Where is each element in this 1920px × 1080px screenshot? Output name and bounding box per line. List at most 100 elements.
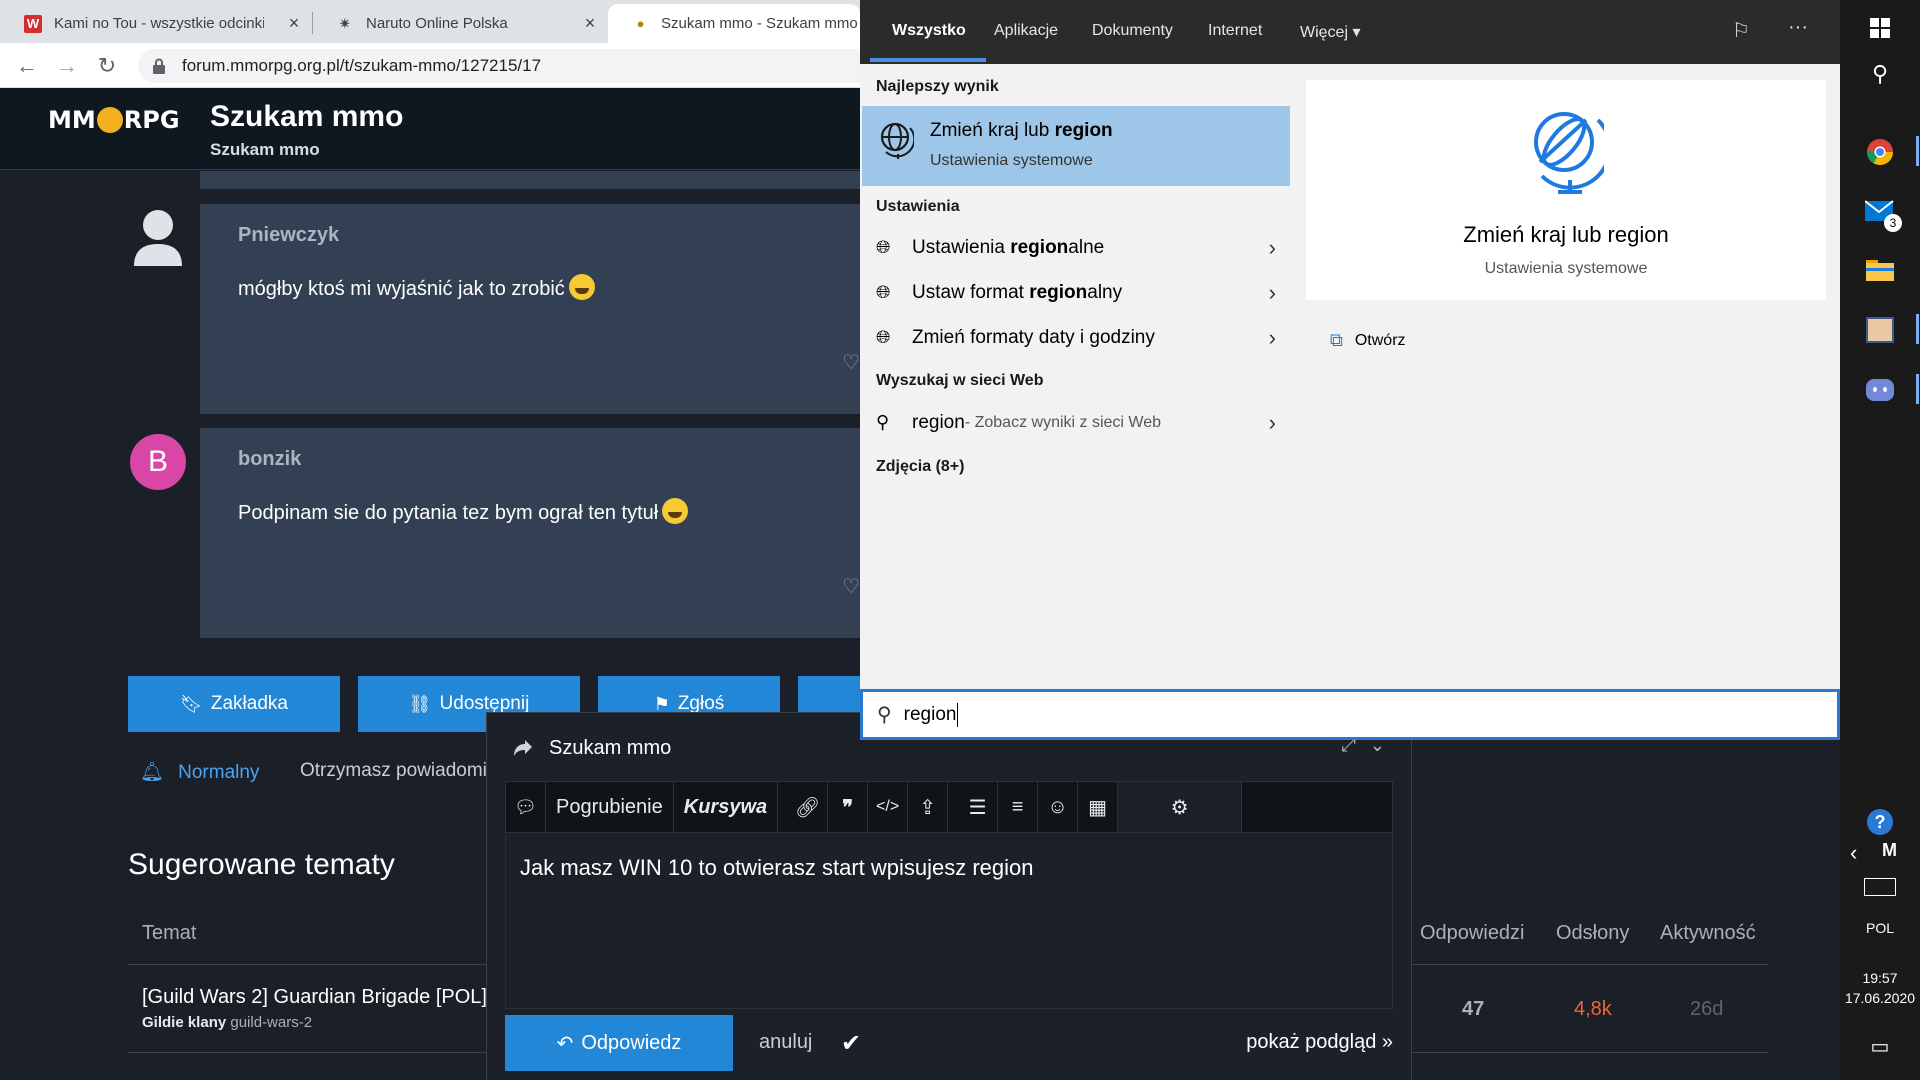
forward-arrow-icon[interactable]: → bbox=[52, 51, 82, 81]
back-arrow-icon[interactable]: ← bbox=[12, 51, 42, 81]
browser-tab[interactable]: W Kami no Tou - wszystkie odcinki anime … bbox=[0, 4, 312, 43]
settings-result-item[interactable]: 🌐︎ Ustaw format regionalny › bbox=[876, 273, 1276, 313]
search-input[interactable]: ⚲ region bbox=[860, 689, 1840, 740]
notification-level-button[interactable]: Normalny bbox=[178, 762, 259, 783]
label-highlight: region bbox=[1010, 237, 1069, 258]
address-bar[interactable]: forum.mmorpg.org.pl/t/szukam-mmo/127215/… bbox=[138, 49, 860, 83]
browser-tab-active[interactable]: ● Szukam mmo - Szukam mmo - Forum bbox=[608, 4, 860, 43]
page-title[interactable]: Szukam mmo bbox=[210, 100, 403, 134]
link-icon: ⛓ bbox=[408, 693, 432, 714]
heart-icon[interactable]: ♡ bbox=[842, 574, 860, 599]
tab-apps[interactable]: Aplikacje bbox=[994, 22, 1058, 40]
post: bonzik Podpinam sie do pytania tez bym o… bbox=[200, 428, 860, 638]
gear-icon[interactable]: ⚙ bbox=[1118, 782, 1243, 832]
chevron-right-icon[interactable]: › bbox=[1269, 410, 1276, 436]
reload-icon[interactable]: ↻ bbox=[92, 51, 122, 81]
tab-more[interactable]: Więcej ▾ bbox=[1300, 22, 1361, 42]
input-language[interactable]: POL bbox=[1840, 920, 1920, 936]
show-preview-link[interactable]: pokaż podgląd » bbox=[1246, 1031, 1393, 1054]
feedback-icon[interactable]: ⚐ bbox=[1732, 18, 1750, 43]
chevron-right-icon[interactable]: › bbox=[1269, 235, 1276, 261]
cancel-link[interactable]: anuluj bbox=[759, 1031, 812, 1054]
check-icon[interactable]: ✔ bbox=[841, 1029, 861, 1058]
topic-activity[interactable]: 26d bbox=[1690, 998, 1723, 1021]
browser-tab[interactable]: ✴ Naruto Online Polska × bbox=[312, 4, 608, 43]
detail-subtitle: Ustawienia systemowe bbox=[1484, 260, 1648, 277]
heart-icon[interactable]: ♡ bbox=[842, 350, 860, 375]
file-explorer-icon[interactable] bbox=[1864, 254, 1896, 286]
chevron-left-icon[interactable]: ‹ bbox=[1850, 840, 1857, 866]
site-logo[interactable]: MM RPG bbox=[48, 106, 180, 134]
column-header-views[interactable]: Odsłony bbox=[1556, 922, 1629, 945]
settings-result-item[interactable]: 🌐︎ Zmień formaty daty i godziny › bbox=[876, 318, 1276, 358]
active-app-indicator bbox=[1916, 314, 1919, 344]
mail-icon[interactable]: 3 bbox=[1864, 196, 1902, 232]
globe-settings-icon: 🌐︎ bbox=[876, 327, 891, 347]
search-query-text: region bbox=[903, 703, 957, 725]
search-icon[interactable]: ⚲ bbox=[1864, 58, 1896, 90]
active-app-indicator bbox=[1916, 374, 1919, 404]
tab-documents[interactable]: Dokumenty bbox=[1092, 22, 1173, 40]
active-tab-indicator bbox=[870, 58, 986, 62]
bullet-list-icon[interactable]: ☰ bbox=[958, 782, 999, 832]
speech-bubble-icon[interactable]: 💬︎ bbox=[506, 782, 546, 832]
open-action[interactable]: ⧉ Otwórz bbox=[1330, 330, 1406, 351]
windows-start-icon[interactable] bbox=[1864, 12, 1896, 44]
more-options-icon[interactable]: ··· bbox=[1788, 16, 1808, 39]
reply-textarea[interactable]: Jak masz WIN 10 to otwierasz start wpisu… bbox=[505, 833, 1393, 1009]
link-icon[interactable]: 🔗︎ bbox=[788, 782, 829, 832]
tab-web[interactable]: Internet bbox=[1208, 22, 1262, 40]
best-match-item[interactable]: Zmień kraj lub region Ustawienia systemo… bbox=[862, 106, 1290, 186]
chevron-right-icon[interactable]: › bbox=[1269, 325, 1276, 351]
active-app-indicator bbox=[1916, 136, 1919, 166]
numbered-list-icon[interactable]: ≡ bbox=[998, 782, 1039, 832]
emoji-icon[interactable]: ☺ bbox=[1038, 782, 1079, 832]
reply-arrow-icon: ↶ bbox=[556, 1032, 574, 1055]
browser-tab-bar: W Kami no Tou - wszystkie odcinki anime … bbox=[0, 0, 860, 43]
upload-icon[interactable]: ⇪ bbox=[908, 782, 949, 832]
detail-card: Zmień kraj lub region Ustawienia systemo… bbox=[1306, 80, 1826, 300]
antivirus-icon[interactable]: M bbox=[1882, 840, 1897, 861]
topic-tag[interactable]: guild-wars-2 bbox=[230, 1014, 312, 1031]
quote-icon[interactable]: ❞ bbox=[828, 782, 869, 832]
close-icon[interactable]: × bbox=[580, 13, 600, 33]
bookmark-button[interactable]: 🔖︎ Zakładka bbox=[128, 676, 340, 732]
detail-title: Zmień kraj lub region bbox=[1463, 222, 1669, 247]
chrome-icon[interactable] bbox=[1864, 136, 1896, 168]
chevron-right-icon[interactable]: › bbox=[1269, 280, 1276, 306]
help-icon[interactable]: ? bbox=[1864, 806, 1896, 838]
action-center-icon[interactable]: ▭ bbox=[1864, 1030, 1896, 1062]
page-subtitle[interactable]: Szukam mmo bbox=[210, 140, 320, 160]
post: Pniewczyk mógłby ktoś mi wyjaśnić jak to… bbox=[200, 204, 860, 414]
composer-title: Szukam mmo bbox=[549, 737, 672, 759]
column-header-activity[interactable]: Aktywność bbox=[1660, 922, 1756, 945]
category-badge[interactable]: Gildie klany bbox=[142, 1014, 226, 1031]
photos-heading[interactable]: Zdjęcia (8+) bbox=[876, 458, 964, 476]
anime-app-icon[interactable] bbox=[1864, 314, 1896, 346]
notification-row: 🔔︎ Normalny Otrzymasz powiadomienie bbox=[140, 760, 523, 784]
calendar-icon[interactable]: ▦ bbox=[1078, 782, 1119, 832]
topic-views: 4,8k bbox=[1574, 998, 1612, 1020]
post-username[interactable]: Pniewczyk bbox=[238, 224, 339, 247]
post-username[interactable]: bonzik bbox=[238, 448, 301, 471]
search-filter-tabs: Wszystko Aplikacje Dokumenty Internet Wi… bbox=[860, 0, 1840, 64]
italic-button[interactable]: Kursywa bbox=[674, 782, 779, 832]
clock-time[interactable]: 19:57 bbox=[1840, 970, 1920, 986]
close-icon[interactable]: × bbox=[284, 13, 304, 33]
code-icon[interactable]: </> bbox=[868, 782, 909, 832]
reply-button[interactable]: ↶ Odpowiedz bbox=[505, 1015, 733, 1071]
web-result-item[interactable]: ⚲ region - Zobacz wyniki z sieci Web › bbox=[876, 403, 1276, 443]
column-header-replies[interactable]: Odpowiedzi bbox=[1420, 922, 1525, 945]
default-avatar-icon[interactable] bbox=[132, 208, 184, 266]
clock-date[interactable]: 17.06.2020 bbox=[1840, 990, 1920, 1006]
discord-icon[interactable] bbox=[1864, 374, 1896, 406]
settings-result-item[interactable]: 🌐︎ Ustawienia regionalne › bbox=[876, 228, 1276, 268]
bold-button[interactable]: Pogrubienie bbox=[546, 782, 674, 832]
avatar[interactable]: B bbox=[130, 434, 186, 490]
tab-all[interactable]: Wszystko bbox=[892, 22, 966, 40]
search-icon: ⚲ bbox=[877, 704, 892, 726]
open-icon: ⧉ bbox=[1330, 330, 1343, 350]
windows-taskbar: ⚲ 3 ? ‹ M POL 19:57 17.06.2020 ▭ bbox=[1840, 0, 1920, 1080]
topic-replies: 47 bbox=[1462, 998, 1485, 1020]
keyboard-icon[interactable] bbox=[1864, 878, 1896, 896]
